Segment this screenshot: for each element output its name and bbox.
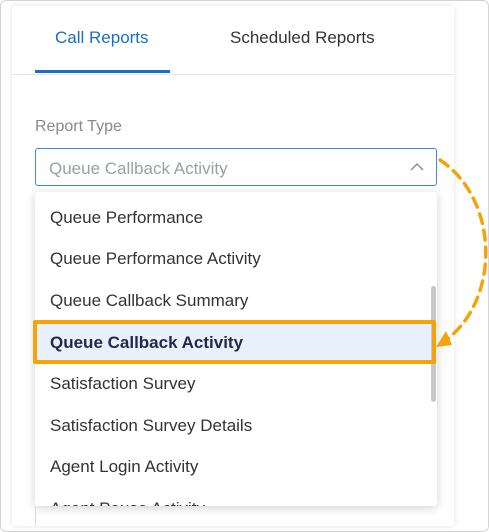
option-satisfaction-survey-details[interactable]: Satisfaction Survey Details (35, 406, 437, 446)
report-type-label: Report Type (35, 118, 122, 135)
option-queue-performance[interactable]: Queue Performance (35, 198, 437, 238)
option-queue-callback-activity[interactable]: Queue Callback Activity (35, 323, 437, 363)
option-agent-pause-activity[interactable]: Agent Pause Activity (35, 489, 437, 506)
dropdown-scrollbar[interactable] (431, 286, 436, 402)
report-type-dropdown: Queue Performance Queue Performance Acti… (35, 192, 437, 506)
option-queue-callback-summary[interactable]: Queue Callback Summary (35, 281, 437, 321)
active-tab-indicator (35, 70, 170, 73)
option-queue-performance-activity[interactable]: Queue Performance Activity (35, 239, 437, 279)
underlying-field-edge (35, 506, 36, 526)
chevron-up-icon (410, 163, 424, 171)
report-type-placeholder: Queue Callback Activity (49, 159, 228, 178)
option-satisfaction-survey[interactable]: Satisfaction Survey (35, 364, 437, 404)
tab-call-reports[interactable]: Call Reports (55, 28, 149, 48)
tab-scheduled-reports[interactable]: Scheduled Reports (230, 28, 375, 48)
option-agent-login-activity[interactable]: Agent Login Activity (35, 447, 437, 487)
report-type-select[interactable]: Queue Callback Activity (35, 148, 437, 186)
